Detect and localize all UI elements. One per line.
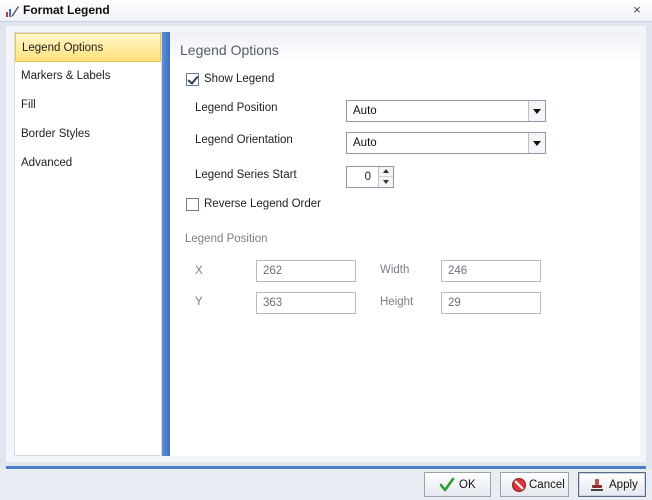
checkmark-icon <box>439 477 455 493</box>
legend-orientation-value: Auto <box>353 137 377 149</box>
width-label: Width <box>380 264 410 276</box>
cancel-label: Cancel <box>529 479 565 491</box>
chevron-down-icon[interactable] <box>528 133 545 153</box>
apply-label: Apply <box>609 479 638 491</box>
cancel-button[interactable]: Cancel <box>500 472 569 497</box>
sidebar-item-markers-labels[interactable]: Markers & Labels <box>15 62 161 91</box>
window-title: Format Legend <box>23 3 110 17</box>
x-field[interactable] <box>256 260 356 282</box>
sidebar-item-label: Border Styles <box>21 128 91 140</box>
sidebar-item-label: Advanced <box>21 157 73 169</box>
sidebar-nav: Legend Options Markers & Labels Fill Bor… <box>14 32 162 456</box>
legend-orientation-label: Legend Orientation <box>195 134 293 146</box>
y-field[interactable] <box>256 292 356 314</box>
nav-accent-bar <box>162 32 170 456</box>
dialog-footer: OK Cancel Apply <box>0 469 652 500</box>
reverse-legend-order-label: Reverse Legend Order <box>204 198 321 210</box>
sidebar-item-label: Fill <box>21 99 36 111</box>
sidebar-item-label: Markers & Labels <box>21 70 111 82</box>
height-field[interactable] <box>441 292 541 314</box>
y-label: Y <box>195 296 203 308</box>
legend-position-label: Legend Position <box>195 102 278 114</box>
legend-series-start-label: Legend Series Start <box>195 169 297 181</box>
legend-position-select[interactable]: Auto <box>346 100 546 122</box>
width-field[interactable] <box>441 260 541 282</box>
show-legend-label: Show Legend <box>204 73 275 85</box>
sidebar-item-advanced[interactable]: Advanced <box>15 149 161 178</box>
spin-up-icon[interactable] <box>378 167 393 177</box>
reverse-legend-order-checkbox[interactable] <box>186 198 199 211</box>
sidebar-item-border-styles[interactable]: Border Styles <box>15 120 161 149</box>
sidebar-item-fill[interactable]: Fill <box>15 91 161 120</box>
chart-edit-icon <box>4 3 20 19</box>
x-label: X <box>195 265 203 277</box>
legend-orientation-select[interactable]: Auto <box>346 132 546 154</box>
ok-label: OK <box>459 479 476 491</box>
height-label: Height <box>380 296 414 308</box>
title-bar: Format Legend × <box>0 0 652 22</box>
show-legend-checkbox[interactable] <box>186 73 199 86</box>
position-group-label: Legend Position <box>185 233 268 245</box>
ok-button[interactable]: OK <box>424 472 491 497</box>
sidebar-item-label: Legend Options <box>22 42 104 54</box>
spin-down-icon[interactable] <box>378 177 393 187</box>
apply-stamp-icon <box>589 477 605 493</box>
section-title: Legend Options <box>180 42 279 58</box>
dialog-body: Legend Options Markers & Labels Fill Bor… <box>6 26 646 462</box>
content-panel: Legend Options Show Legend Legend Positi… <box>170 32 640 456</box>
legend-series-start-value: 0 <box>364 171 371 183</box>
sidebar-item-legend-options[interactable]: Legend Options <box>15 33 161 62</box>
legend-position-value: Auto <box>353 105 377 117</box>
legend-series-start-spinner[interactable]: 0 <box>346 166 394 188</box>
chevron-down-icon[interactable] <box>528 101 545 121</box>
apply-button[interactable]: Apply <box>578 472 646 497</box>
cancel-icon <box>511 477 527 493</box>
close-button[interactable]: × <box>630 3 644 17</box>
